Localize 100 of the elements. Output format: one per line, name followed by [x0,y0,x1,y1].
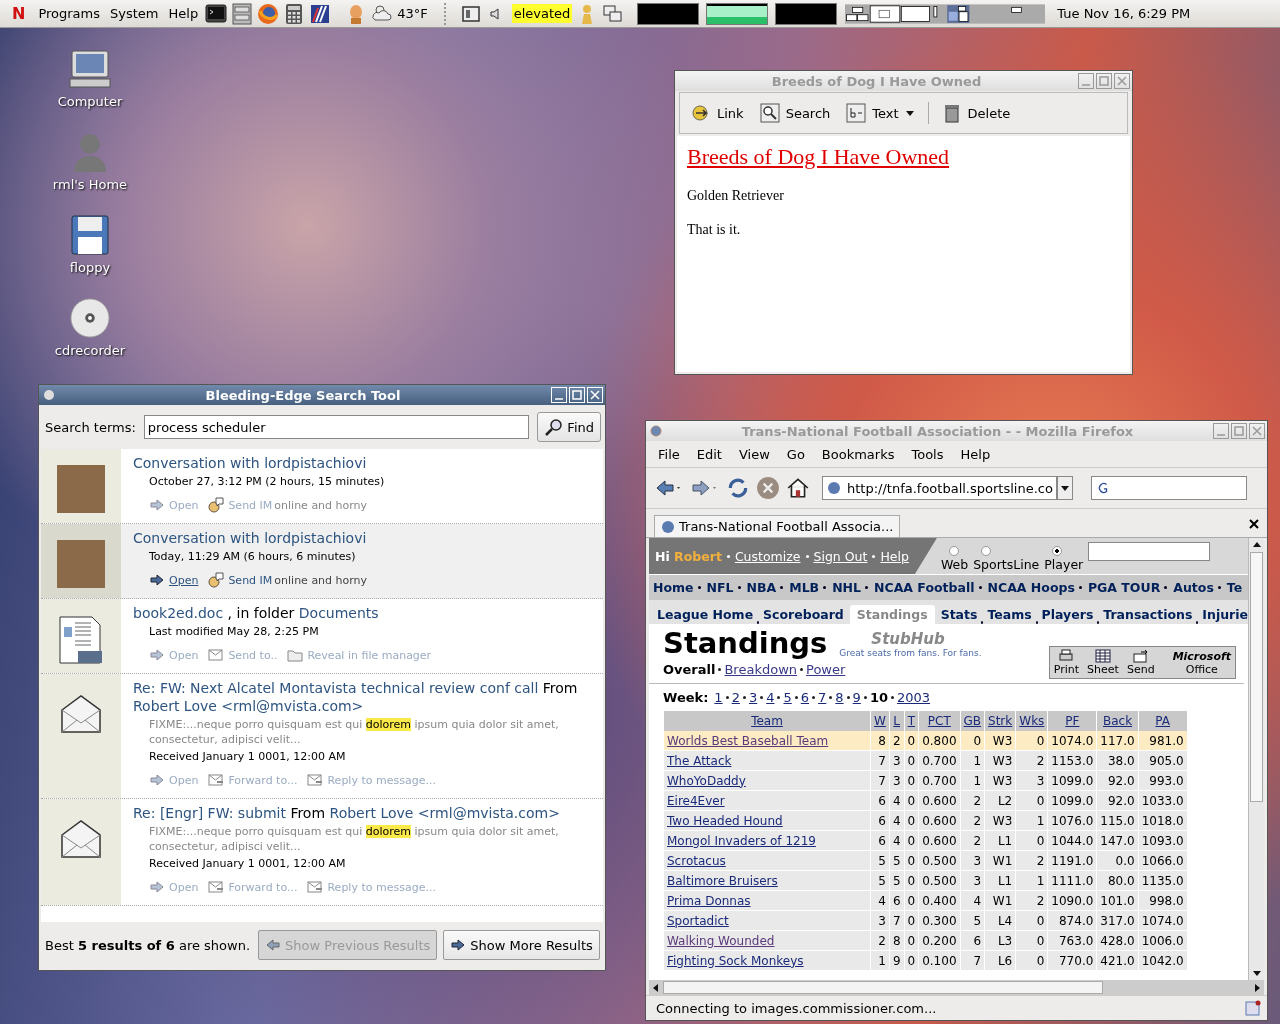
scroll-down-icon[interactable] [1251,968,1262,978]
menu-item[interactable]: Go [786,446,805,462]
account-link[interactable]: Help [880,548,909,564]
workspace-button[interactable] [706,2,769,25]
desktop-icon-label[interactable]: Computer [57,94,123,109]
window-menu-icon[interactable] [43,389,55,401]
result-row[interactable]: Conversation with lordpistachiovi Today, 11:29 AM (6 hours, 6 minutes) Open Send IM online and horny [41,524,603,599]
nav-link[interactable]: Autos [1173,580,1214,595]
week-link[interactable]: 5 [783,690,792,705]
column-header[interactable]: Team [664,711,870,731]
link-button[interactable]: Link [688,102,747,124]
search-scope-radio[interactable]: Player [1044,546,1084,572]
result-title-link[interactable]: Robert Love <rml@mvista.com> [329,805,560,821]
office-logo[interactable]: Microsoft Office [1172,649,1231,676]
column-header[interactable]: Strk [985,711,1016,731]
column-header[interactable]: T [904,711,919,731]
desktop-icon-label[interactable]: floppy [69,260,111,275]
result-title-link[interactable]: Re: [Engr] FW: submit [133,805,286,821]
week-link[interactable]: 3 [748,690,758,705]
menu-item[interactable]: Help [960,446,991,462]
section-tab[interactable]: Stats [940,605,978,624]
menu-item[interactable]: File [658,446,680,462]
sponsor-logo[interactable]: StubHub [871,630,945,648]
workspace-button[interactable] [775,2,838,25]
disc-icon[interactable] [68,297,112,339]
site-search-field[interactable] [1088,542,1211,561]
result-title-link[interactable]: Conversation with lordpistachiovi [133,530,367,546]
show-more-button[interactable]: Show More Results [443,930,600,960]
nav-link[interactable]: NCAA Football [874,580,975,595]
result-title-link[interactable]: Re: FW: Next Alcatel Montavista technical review conf call [133,680,539,696]
week-link[interactable]: 9 [852,690,861,705]
search-scope-radio[interactable]: SportsLine [973,546,1040,572]
close-tab-icon[interactable] [1249,519,1259,529]
browser-globe-icon[interactable] [257,2,280,25]
section-tab[interactable]: Transactions [1103,605,1193,624]
column-header[interactable]: L [889,711,904,731]
find-button[interactable]: Find [537,412,601,442]
result-title-link[interactable]: Robert Love <rml@mvista.com> [133,698,364,714]
account-link[interactable]: Sign Out [813,548,868,564]
section-tab[interactable]: League Home [657,605,754,624]
reload-icon[interactable] [726,476,750,500]
week-link[interactable]: 8 [835,690,844,705]
account-link[interactable]: Customize [734,548,801,564]
nav-link[interactable]: NCAA Hoops [987,580,1075,595]
scroll-right-icon[interactable] [1252,982,1262,993]
menu-item[interactable]: View [738,446,770,462]
panel-menu[interactable]: Programs [35,6,103,21]
open-action[interactable]: Open [149,572,199,588]
column-header[interactable]: PA [1138,711,1187,731]
workspace-button[interactable] [637,2,700,25]
view-link[interactable]: Power [806,662,846,677]
search-button[interactable]: Search [756,102,834,124]
computer-icon[interactable] [68,48,112,90]
result-title-link[interactable]: book2ed.doc [133,605,224,621]
browser-tab[interactable]: Trans-National Football Associa... [654,515,901,537]
result-title-link[interactable]: Conversation with lordpistachiovi [133,455,367,471]
terminal-icon[interactable] [205,2,228,25]
print-button[interactable]: Print [1053,649,1080,676]
week-link[interactable]: 6 [800,690,810,705]
desktop-icon-label[interactable]: rml's Home [52,177,128,192]
delete-button[interactable]: Delete [938,102,1014,124]
column-header[interactable]: PCT [919,711,960,731]
column-header[interactable]: Wks [1016,711,1048,731]
section-tab[interactable]: Standings [849,605,935,624]
column-header[interactable]: GB [960,711,985,731]
view-link[interactable]: Breakdown [724,662,797,677]
search-scope-radio[interactable]: Web [940,546,969,572]
week-link[interactable]: 2003 [897,690,931,705]
nav-link[interactable]: PGA TOUR [1087,580,1161,595]
scroll-up-icon[interactable] [1251,540,1262,550]
home-icon[interactable] [786,476,810,500]
column-header[interactable]: W [871,711,889,731]
menu-logo[interactable]: N [12,4,26,23]
panel-menu[interactable]: System [107,6,162,21]
column-header[interactable]: Back [1097,711,1138,731]
section-tab[interactable]: Scoreboard [763,605,844,624]
result-title-link[interactable]: Documents [298,605,379,621]
result-row[interactable] [41,799,603,906]
monitors-icon[interactable] [602,2,625,25]
text-button[interactable]: Text [843,102,918,124]
week-link[interactable]: 4 [766,690,775,705]
week-link[interactable]: 2 [731,690,740,705]
result-row[interactable] [41,674,603,799]
scroll-left-icon[interactable] [651,982,661,993]
view-link[interactable]: Overall [663,662,716,677]
menu-item[interactable]: Tools [911,446,944,462]
note-heading[interactable]: Breeds of Dog I Have Owned [687,144,950,170]
result-row[interactable]: book2ed.doc , in folder Documents Last modified May 28, 2:25 PM Open Send to.. Reveal in file manager [41,599,603,674]
search-field[interactable]: process scheduler [143,415,530,439]
week-link[interactable]: 1 [714,690,723,705]
stop-icon[interactable] [756,476,780,500]
section-tab[interactable]: Players [1041,605,1094,624]
send-button[interactable]: Send [1126,649,1155,676]
nav-link[interactable]: NFL [706,580,734,595]
menu-item[interactable]: Edit [696,446,722,462]
web-search-field[interactable] [1091,476,1247,500]
horizontal-scrollbar[interactable] [649,980,1264,995]
history-dropdown-button[interactable] [1057,476,1073,500]
im-action[interactable]: Send IM [208,572,273,588]
address-field[interactable]: http://tnfa.football.sportsline.co [822,476,1057,500]
